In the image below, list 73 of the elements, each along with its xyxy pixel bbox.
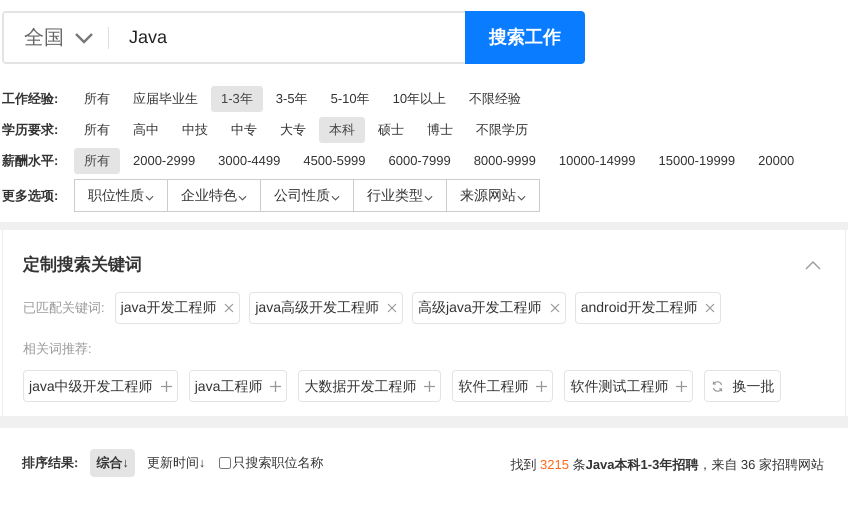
filter-option[interactable]: 所有 [74,86,120,112]
plus-icon[interactable] [270,380,282,392]
chevron-down-icon [74,32,94,44]
filter-option[interactable]: 3000-4499 [208,148,290,174]
chevron-down-icon [517,194,526,200]
result-summary: 找到 3215 条Java本科1-3年招聘，来自 36 家招聘网站 [510,456,824,474]
row-label: 已匹配关键词: [23,298,105,317]
filter-option[interactable]: 不限学历 [466,117,538,143]
filter-option[interactable]: 硕士 [368,117,414,143]
filter-label: 工作经验: [2,90,60,108]
city-dropdown[interactable]: 全国 [4,22,108,52]
search-button[interactable]: 搜索工作 [465,11,585,64]
suggestion-tag[interactable]: java中级开发工程师 [23,370,178,402]
filter-option[interactable]: 3-5年 [266,86,318,112]
suggestion-tag[interactable]: 软件工程师 [452,370,554,402]
row-label: 相关词推荐: [23,340,93,358]
panel-title: 定制搜索关键词 [23,254,142,276]
keyword-tag[interactable]: java开发工程师 [114,292,240,324]
filter-label: 学历要求: [2,121,60,140]
sort-option[interactable]: 综合↓ [90,449,135,477]
checkbox-label[interactable]: 只搜索职位名称 [232,453,324,473]
option-dropdown[interactable]: 企业特色 [168,179,261,212]
sort-label: 排序结果: [22,454,78,472]
keyword-tag[interactable]: java高级开发工程师 [249,292,403,324]
filter-label: 薪酬水平: [2,152,60,170]
plus-icon[interactable] [536,380,548,392]
filter-option[interactable]: 所有 [74,117,120,143]
filter-option[interactable]: 8000-9999 [464,148,546,174]
plus-icon[interactable] [160,380,172,392]
filter-option[interactable]: 大专 [270,117,316,143]
collapse-chevron-icon[interactable] [805,260,821,270]
chevron-down-icon [238,194,247,200]
option-dropdown[interactable]: 职位性质 [74,179,168,212]
filter-option[interactable]: 中专 [221,117,267,143]
plus-icon[interactable] [424,380,436,392]
sort-option[interactable]: 更新时间↓ [140,449,212,477]
search-field[interactable]: 全国 Java [2,11,465,64]
filter-option[interactable]: 2000-2999 [123,148,206,174]
chevron-down-icon [331,194,340,200]
filter-option[interactable]: 20000 [748,148,804,174]
chevron-down-icon [424,194,433,200]
filter-option[interactable]: 本科 [319,117,365,143]
refresh-button[interactable]: 换一批 [704,370,782,402]
suggestion-tag[interactable]: 软件测试工程师 [564,370,694,402]
option-dropdown[interactable]: 公司性质 [261,179,354,212]
filter-option[interactable]: 4500-5999 [293,148,376,174]
close-icon[interactable] [705,302,716,312]
checkbox[interactable] [219,457,232,469]
chevron-down-icon [145,194,154,200]
option-dropdown[interactable]: 行业类型 [354,179,447,212]
filter-option[interactable]: 中技 [172,117,218,143]
filter-option[interactable]: 不限经验 [459,86,532,112]
filter-option[interactable]: 1-3年 [211,86,263,112]
filter-option[interactable]: 应届毕业生 [123,86,208,112]
refresh-icon [711,380,724,392]
filter-option[interactable]: 高中 [123,117,169,143]
filter-option[interactable]: 10000-14999 [548,148,646,174]
keyword-tag[interactable]: android开发工程师 [574,292,722,324]
filter-label: 更多选项: [2,186,60,205]
close-icon[interactable] [387,302,397,312]
filter-option[interactable]: 10年以上 [382,86,456,112]
suggestion-tag[interactable]: java工程师 [188,370,288,402]
keyword-tag[interactable]: 高级java开发工程师 [412,292,566,324]
filter-option[interactable]: 15000-19999 [648,148,746,174]
filter-option[interactable]: 6000-7999 [378,148,461,174]
filter-option[interactable]: 5-10年 [320,86,380,112]
option-dropdown[interactable]: 来源网站 [447,179,540,212]
filter-option[interactable]: 所有 [74,148,120,174]
close-icon[interactable] [550,302,560,312]
suggestion-tag[interactable]: 大数据开发工程师 [298,370,442,402]
close-icon[interactable] [224,302,234,312]
plus-icon[interactable] [676,380,688,392]
filter-option[interactable]: 博士 [417,117,463,143]
